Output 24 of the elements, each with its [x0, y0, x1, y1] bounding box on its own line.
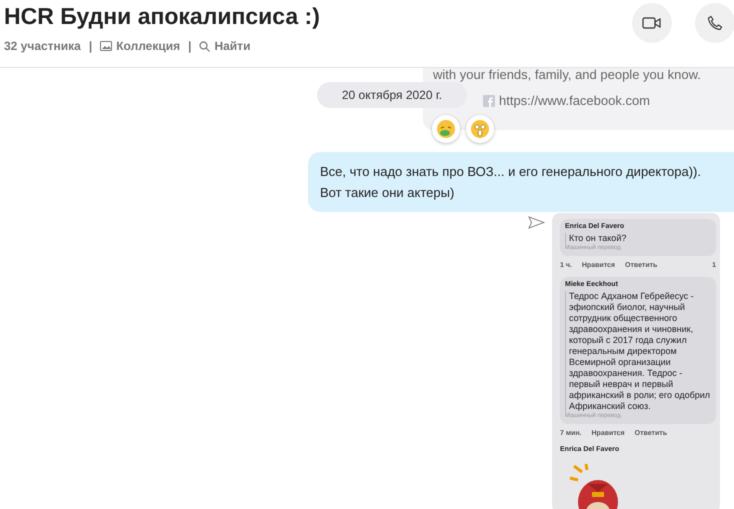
send-icon — [528, 216, 545, 229]
link-description: with your friends, family, and people you know. — [433, 68, 702, 81]
reaction-button[interactable] — [466, 115, 494, 143]
facebook-icon — [483, 94, 495, 107]
message-text: Все, что надо знать про ВОЗ... и его генерального директора)). Вот такие они актеры) — [320, 163, 702, 202]
chat-title: HCR Будни апокалипсиса :) — [4, 2, 320, 30]
search-icon — [199, 40, 210, 52]
video-camera-icon — [642, 16, 662, 30]
date-separator: 20 октября 2020 г. — [317, 82, 467, 108]
reaction-button[interactable] — [432, 115, 460, 143]
collection-link[interactable]: Коллекция — [116, 37, 180, 55]
audio-call-button[interactable] — [695, 3, 734, 43]
separator: | — [88, 38, 92, 55]
phone-icon — [707, 15, 723, 31]
participants-count[interactable]: 32 участника — [4, 37, 81, 55]
gallery-icon — [100, 41, 112, 51]
emoji-icon — [436, 119, 456, 139]
comment-text: Тедрос Адханом Гебрейесус - эфиопский биолог, научный сотрудник общественного здравоохранения и чиновник, который с 2017 года служил генеральным директором Всемирной организации здравоохранения. Тедрос - первый неврач и первый африканский в роли; его одобрил Африканский союз. — [565, 290, 711, 412]
emoji-icon — [470, 119, 490, 139]
video-call-button[interactable] — [632, 3, 672, 43]
separator: | — [188, 38, 192, 55]
comment-text: Кто он такой? — [565, 232, 711, 244]
link-url[interactable]: https://www.facebook.com — [499, 91, 650, 110]
search-link[interactable]: Найти — [214, 37, 250, 55]
